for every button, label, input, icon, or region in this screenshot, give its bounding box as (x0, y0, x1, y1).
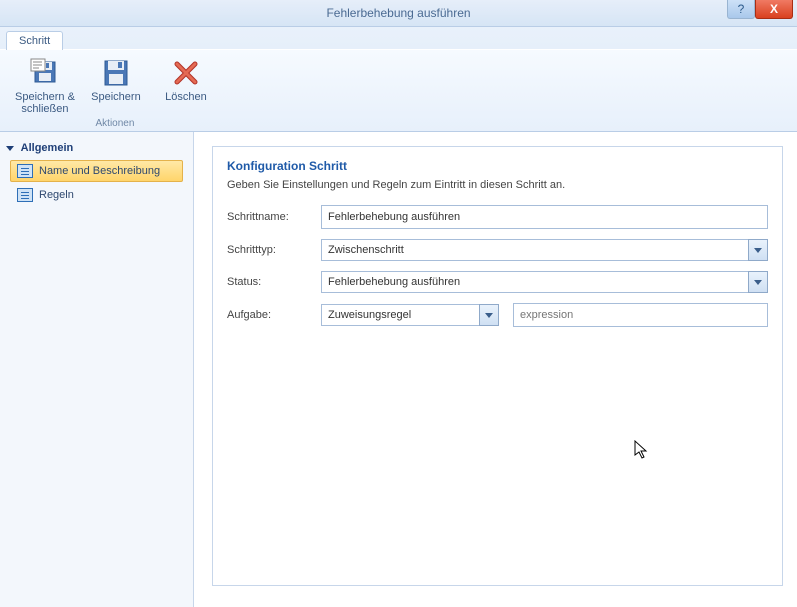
delete-label: Löschen (165, 91, 207, 115)
delete-button[interactable]: Löschen (154, 54, 218, 116)
collapse-icon (6, 146, 14, 151)
ribbon-tabrow: Schritt (0, 27, 797, 49)
tab-schritt[interactable]: Schritt (6, 31, 63, 50)
combo-aufgabe-value: Zuweisungsregel (321, 304, 479, 326)
panel-description: Geben Sie Einstellungen und Regeln zum E… (227, 179, 768, 191)
ribbon-group-aktionen: Speichern & schließen Speichern (6, 54, 224, 129)
label-status: Status: (227, 276, 321, 288)
save-close-label: Speichern & schließen (15, 91, 75, 115)
input-schrittname[interactable] (321, 205, 768, 229)
label-schrittname: Schrittname: (227, 211, 321, 223)
save-icon (100, 57, 132, 89)
combo-schritttyp-value: Zwischenschritt (321, 239, 748, 261)
chevron-down-icon (485, 313, 493, 318)
save-close-icon (29, 57, 61, 89)
help-button[interactable]: ? (727, 0, 755, 19)
label-aufgabe: Aufgabe: (227, 309, 321, 321)
nav-pane: Allgemein Name und Beschreibung Regeln (0, 132, 194, 607)
combo-schritttyp-arrow[interactable] (748, 239, 768, 261)
ribbon: Schritt (0, 27, 797, 132)
ribbon-body: Speichern & schließen Speichern (0, 49, 797, 131)
chevron-down-icon (754, 248, 762, 253)
form-icon (17, 164, 33, 178)
nav-item-name-beschreibung[interactable]: Name und Beschreibung (10, 160, 183, 182)
ribbon-group-label: Aktionen (12, 118, 218, 129)
nav-section-allgemein[interactable]: Allgemein (6, 142, 187, 154)
combo-schritttyp[interactable]: Zwischenschritt (321, 239, 768, 261)
label-schritttyp: Schritttyp: (227, 244, 321, 256)
combo-aufgabe-arrow[interactable] (479, 304, 499, 326)
save-and-close-button[interactable]: Speichern & schließen (12, 54, 78, 116)
titlebar: Fehlerbehebung ausführen ? X (0, 0, 797, 27)
chevron-down-icon (754, 280, 762, 285)
form-icon (17, 188, 33, 202)
save-button[interactable]: Speichern (84, 54, 148, 116)
window-title: Fehlerbehebung ausführen (326, 6, 470, 20)
body: Allgemein Name und Beschreibung Regeln K… (0, 132, 797, 607)
row-schritttyp: Schritttyp: Zwischenschritt (227, 239, 768, 261)
delete-icon (170, 57, 202, 89)
dialog-window: Fehlerbehebung ausführen ? X Schritt (0, 0, 797, 595)
nav-section-label: Allgemein (21, 142, 74, 154)
nav-item-label: Regeln (39, 189, 74, 201)
config-panel: Konfiguration Schritt Geben Sie Einstell… (212, 146, 783, 586)
combo-status-arrow[interactable] (748, 271, 768, 293)
combo-aufgabe[interactable]: Zuweisungsregel (321, 304, 499, 326)
row-aufgabe: Aufgabe: Zuweisungsregel (227, 303, 768, 327)
combo-status[interactable]: Fehlerbehebung ausführen (321, 271, 768, 293)
input-expression[interactable] (513, 303, 768, 327)
close-icon: X (770, 2, 778, 16)
save-label: Speichern (91, 91, 141, 115)
row-schrittname: Schrittname: (227, 205, 768, 229)
help-icon: ? (738, 2, 745, 16)
content-area: Konfiguration Schritt Geben Sie Einstell… (194, 132, 797, 607)
row-status: Status: Fehlerbehebung ausführen (227, 271, 768, 293)
nav-item-label: Name und Beschreibung (39, 165, 160, 177)
combo-status-value: Fehlerbehebung ausführen (321, 271, 748, 293)
panel-title: Konfiguration Schritt (227, 159, 768, 173)
tab-label: Schritt (19, 35, 50, 47)
close-button[interactable]: X (755, 0, 793, 19)
nav-item-regeln[interactable]: Regeln (10, 184, 183, 206)
